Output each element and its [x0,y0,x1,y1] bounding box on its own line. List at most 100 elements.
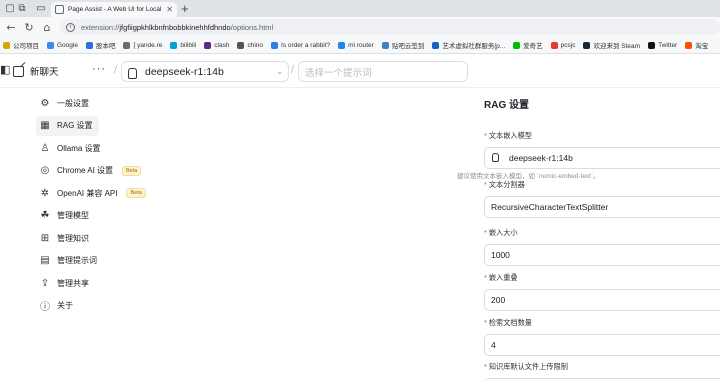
sidebar-item-label: Ollama 设置 [57,143,101,153]
sidebar-item-2[interactable]: ▦ RAG 设置 [36,115,99,136]
bookmark-item[interactable]: 欢迎来到 Steam [583,40,640,50]
bookmark-label: chino [247,41,264,49]
more-options-button[interactable]: ··· [92,63,106,75]
sidebar-item-9[interactable]: ⇪ 管理共享 [36,273,95,293]
sidebar-item-label: 关于 [57,301,73,311]
sidebar-item-6[interactable]: ☘ 管理模型 [36,206,95,226]
bookmark-item[interactable]: Twitter [648,41,677,49]
sidebar-item-label: 管理共享 [57,278,89,288]
home-icon[interactable]: ⌂ [40,20,54,34]
tab-close-icon[interactable]: ✕ [166,5,173,14]
sidebar-item-label: RAG 设置 [57,121,93,131]
iqiyi-icon [513,41,521,49]
bookmark-label: [ yande.re [133,41,163,49]
bookmark-item[interactable]: mi router [338,41,374,49]
bookmark-item[interactable]: 贴吧云签到 [381,40,424,50]
browser-tab[interactable]: Page Assist - A Web UI for Local AI ✕ [51,2,177,17]
bookmark-item[interactable]: chino [237,41,264,49]
required-marker: * [484,180,487,189]
share-icon: ⇪ [40,277,50,289]
bookmark-item[interactable]: 淘宝 [685,40,708,50]
bookmark-item[interactable]: pcsjc [550,41,575,49]
settings-sidebar: ⚙ 一般设置 ▦ RAG 设置 ♙ Ollama 设置 ◎ Chrome AI 设置 Beta ✲… [36,93,196,318]
bookmark-label: 爱奇艺 [523,43,543,50]
chunk-size-input[interactable]: 1000 [484,244,720,266]
text-splitter-field: * 文本分割器 RecursiveCharacterTextSplitter [484,180,720,218]
model-select[interactable]: deepseek-r1:14b ⌄ [121,61,289,82]
bookmark-item[interactable]: 公司项目 [3,40,39,50]
prompt-select[interactable]: 选择一个提示词 [298,61,468,82]
router-icon [338,41,346,49]
sidebar-item-1[interactable]: ⚙ 一般设置 [36,93,95,113]
sidebar-item-10[interactable]: ⓘ 关于 [36,296,79,316]
sidebar-item-7[interactable]: ⊞ 管理知识 [36,228,95,248]
bookmark-label: 股本吧 [95,43,116,50]
text-splitter-select[interactable]: RecursiveCharacterTextSplitter [484,196,720,218]
sidebar-item-3[interactable]: ♙ Ollama 设置 [36,138,107,158]
embedding-model-field: * 文本嵌入模型 deepseek-r1:14b 建议使用文本嵌入模型，如 `no… [457,131,720,180]
field-label: 知识库默认文件上传限制 [488,362,568,371]
retrieval-count-input[interactable]: 4 [484,334,720,356]
workspaces-icon[interactable]: ⧉ [15,2,29,15]
new-tab-button[interactable]: + [181,1,189,16]
paw-icon [85,41,93,49]
embedding-model-select[interactable]: deepseek-r1:14b [484,147,720,169]
bookmark-item[interactable]: 艺术虚拟社群服务[p... [432,40,505,50]
rag-icon: ▦ [40,120,50,132]
separator: / [114,64,118,76]
bookmark-label: Is order a rabbit? [281,41,331,49]
gear-icon: ⚙ [40,97,50,109]
sidebar-item-4[interactable]: ◎ Chrome AI 设置 Beta [36,161,147,181]
chunk-overlap-field: * 嵌入重叠 200 [484,273,720,311]
tab-title: Page Assist - A Web UI for Local AI [68,6,163,13]
steam-icon [583,41,591,49]
prompt-select-placeholder: 选择一个提示词 [305,67,372,79]
blocks-icon: ⊞ [40,232,50,244]
field-label: 文本嵌入模型 [488,131,532,140]
separator: / [291,64,295,76]
bookmark-label: bilibili [180,41,197,49]
page-icon [432,41,440,49]
tab-actions-icon[interactable]: ▭ [34,2,48,15]
new-chat-button[interactable]: 新聊天 [13,62,59,80]
bookmark-label: clash [214,41,230,49]
site-info-icon[interactable]: i [66,22,75,32]
sidebar-toggle-icon[interactable]: ◧ [0,63,10,77]
retrieval-count-field: * 检索文档数量 4 [484,318,720,356]
info-icon: ⓘ [40,302,50,314]
ollama-icon: ♙ [40,142,50,154]
field-label: 嵌入大小 [488,228,518,237]
chunk-overlap-input[interactable]: 200 [484,289,720,311]
book-icon: ▤ [40,255,50,267]
brain-icon: ☘ [40,210,50,222]
sidebar-item-label: 管理提示词 [57,256,97,266]
bookmark-label: 欢迎来到 Steam [593,43,641,50]
bookmark-label: Google [57,41,78,49]
address-bar[interactable]: i extension://jfgfiigpkhlkbnfnbobbkinehh… [60,19,720,35]
bookmarks-bar: 公司项目 Google 股本吧 [ yande.re bilibili clash chin… [0,37,720,54]
text-splitter-value: RecursiveCharacterTextSplitter [491,202,609,212]
sidebar-item-8[interactable]: ▤ 管理提示词 [36,251,103,271]
bookmark-item[interactable]: [ yande.re [123,41,163,49]
required-marker: * [484,362,487,371]
reload-icon[interactable]: ↻ [22,20,36,34]
openai-icon: ✲ [40,187,50,199]
sidebar-item-label: 管理知识 [57,233,89,243]
bookmark-item[interactable]: Google [47,41,78,49]
sidebar-item-5[interactable]: ✲ OpenAI 兼容 API Beta [36,183,152,203]
model-select-value: deepseek-r1:14b [145,65,224,78]
bookmark-item[interactable]: Is order a rabbit? [271,41,331,49]
back-arrow-icon[interactable]: ← [4,20,18,34]
rag-settings-panel: RAG 设置 * 文本嵌入模型 deepseek-r1:14b 建议使用文本嵌入模… [457,96,720,381]
google-icon [47,41,54,49]
page-title: RAG 设置 [484,100,529,111]
bookmark-item[interactable]: 爱奇艺 [513,40,543,50]
bookmark-item[interactable]: 股本吧 [85,40,116,50]
bookmark-item[interactable]: bilibili [170,41,197,49]
chrome-icon: ◎ [40,165,50,177]
required-marker: * [484,273,487,282]
chevron-down-icon: ⌄ [276,67,283,76]
embedding-model-value: deepseek-r1:14b [509,153,573,163]
bookmark-item[interactable]: clash [204,41,230,49]
bookmark-label: 淘宝 [695,43,709,50]
